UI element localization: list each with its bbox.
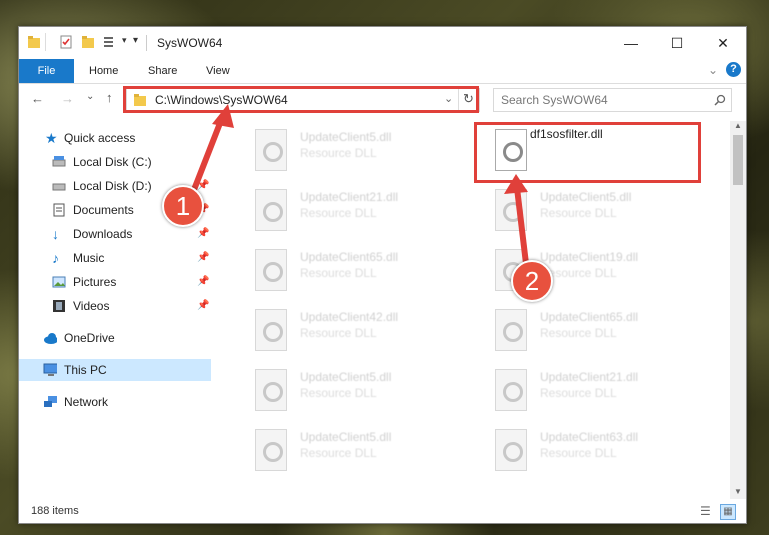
annotation-arrows [187, 104, 530, 273]
arrow-2-head [504, 174, 528, 194]
step-2-badge: 2 [511, 260, 553, 302]
arrow-2-shaft [514, 187, 530, 273]
step-1-badge: 1 [162, 185, 204, 227]
arrow-1-head [212, 104, 234, 128]
